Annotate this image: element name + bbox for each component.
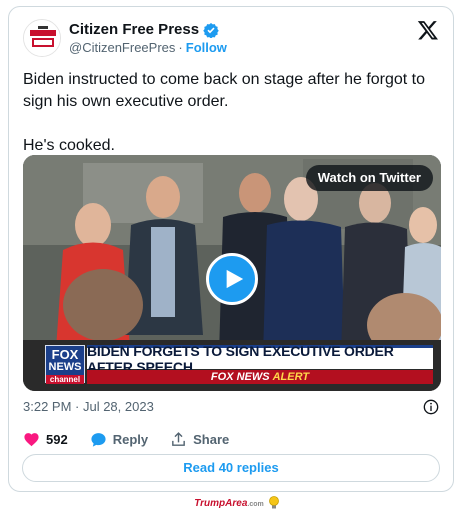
news-chyron: BIDEN FORGETS TO SIGN EXECUTIVE ORDER AF… xyxy=(87,343,433,375)
tweet-card: Citizen Free Press @CitizenFreePres · Foll… xyxy=(8,6,454,492)
site-tld: .com xyxy=(247,500,264,508)
display-name[interactable]: Citizen Free Press xyxy=(69,21,199,38)
share-label: Share xyxy=(193,432,230,447)
handle[interactable]: @CitizenFreePres xyxy=(69,40,175,55)
like-button[interactable]: 592 xyxy=(23,431,68,448)
alert-word: ALERT xyxy=(272,371,310,383)
lightbulb-icon xyxy=(268,496,279,509)
logo-line: channel xyxy=(46,375,84,384)
logo-line: FOX xyxy=(51,347,79,362)
separator: · xyxy=(178,40,183,55)
share-button[interactable]: Share xyxy=(170,431,229,448)
reply-button[interactable]: Reply xyxy=(90,431,148,448)
fox-news-logo: FOX NEWS channel xyxy=(45,345,85,384)
read-replies-button[interactable]: Read 40 replies xyxy=(22,454,440,482)
watch-on-twitter-button[interactable]: Watch on Twitter xyxy=(305,165,433,191)
handle-row: @CitizenFreePres · Follow xyxy=(69,40,227,55)
reply-label: Reply xyxy=(112,432,149,447)
watermark-footer: TrumpArea.com xyxy=(0,496,474,510)
like-count: 592 xyxy=(46,432,68,447)
site-name: TrumpArea xyxy=(194,497,248,509)
play-icon xyxy=(226,269,244,289)
logo-line: NEWS xyxy=(48,361,82,373)
share-icon xyxy=(172,432,185,446)
tweet-text-line: Biden instructed to come back on stage a… xyxy=(23,71,426,110)
x-logo-icon[interactable] xyxy=(417,19,439,41)
alert-bar: FOX NEWS ALERT xyxy=(87,370,433,384)
play-button[interactable] xyxy=(206,253,258,305)
video-player[interactable]: Watch on Twitter FOX NEWS channel BIDEN … xyxy=(23,155,441,391)
site-watermark: TrumpArea.com xyxy=(194,498,264,509)
action-bar: 592 Reply Share xyxy=(23,431,251,448)
info-icon[interactable] xyxy=(423,399,439,415)
heart-icon xyxy=(24,433,39,447)
verified-badge-icon xyxy=(203,22,219,38)
alert-brand: FOX NEWS xyxy=(210,371,270,383)
timestamp[interactable]: 3:22 PM · Jul 28, 2023 xyxy=(23,399,154,414)
avatar[interactable] xyxy=(23,19,61,57)
tweet-text: Biden instructed to come back on stage a… xyxy=(23,69,443,157)
reply-bubble-icon xyxy=(91,433,106,447)
follow-button[interactable]: Follow xyxy=(186,40,227,55)
tweet-text-line: He's cooked. xyxy=(23,137,115,154)
